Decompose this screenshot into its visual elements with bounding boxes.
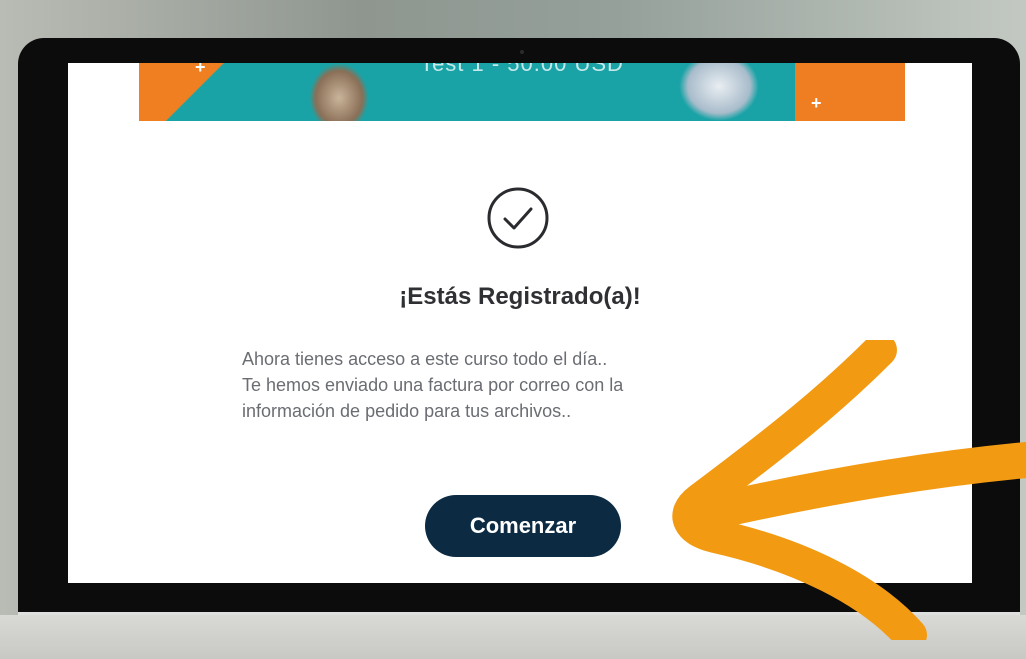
plus-icon: + — [811, 93, 822, 113]
annotation-arrow-icon — [672, 340, 1026, 640]
success-title: ¡Estás Registrado(a)! — [399, 283, 641, 310]
check-circle-icon — [486, 186, 550, 250]
course-banner: + + Test 1 - 50.00 USD — [139, 63, 905, 121]
camera-dot — [520, 50, 524, 54]
banner-title: Test 1 - 50.00 USD — [420, 63, 624, 76]
start-button[interactable]: Comenzar — [425, 495, 621, 557]
photo-scene: + + Test 1 - 50.00 USD ¡Estás Registrado… — [0, 0, 1026, 659]
